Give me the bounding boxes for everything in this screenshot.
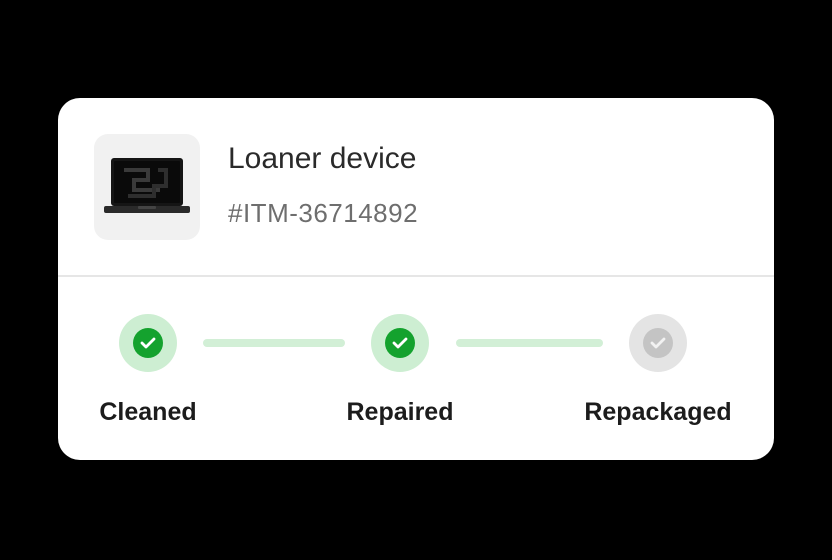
connector-cleaned-repaired	[203, 339, 345, 347]
step-repackaged-status	[629, 314, 687, 372]
check-icon	[392, 337, 408, 349]
laptop-icon	[104, 158, 190, 213]
check-icon	[650, 337, 666, 349]
item-status-card: Loaner device #ITM-36714892 Cleaned Repa…	[58, 98, 774, 460]
step-label-repaired: Repaired	[346, 398, 454, 426]
step-cleaned-status	[119, 314, 177, 372]
item-title: Loaner device	[228, 142, 417, 175]
check-icon	[140, 337, 156, 349]
step-label-cleaned: Cleaned	[99, 398, 197, 426]
step-repaired-status	[371, 314, 429, 372]
device-thumbnail	[94, 134, 200, 240]
step-label-repackaged: Repackaged	[584, 398, 732, 426]
item-id: #ITM-36714892	[228, 198, 419, 228]
connector-repaired-repackaged	[456, 339, 603, 347]
divider	[58, 275, 774, 277]
item-header: Loaner device #ITM-36714892	[58, 98, 774, 276]
